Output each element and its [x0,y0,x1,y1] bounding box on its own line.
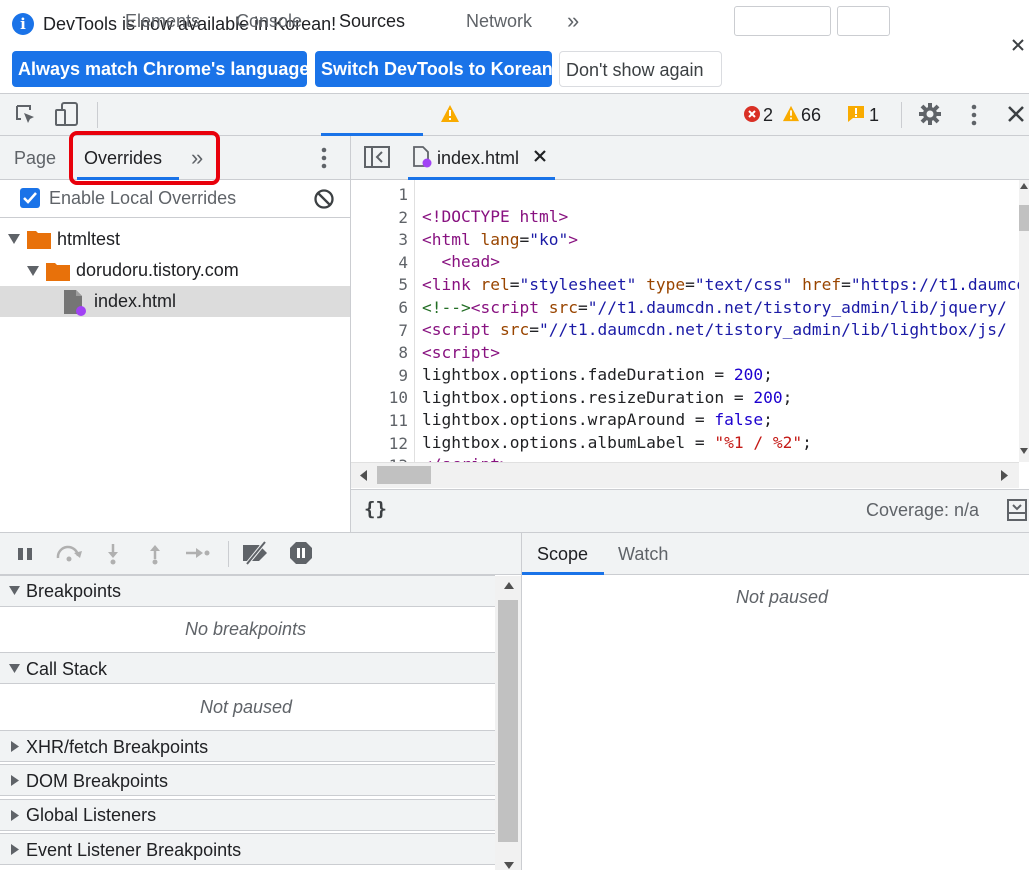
toolbar-divider-right [901,102,902,128]
folder-icon [46,261,70,281]
deactivate-breakpoints-icon[interactable] [241,541,271,565]
warning-icon [440,104,460,123]
debugger-toolbar-divider [228,541,229,567]
collapsed-triangle-icon [11,741,19,752]
section-call-stack-label: Call Stack [26,659,108,679]
code-line-7: <script src="//t1.daumcdn.net/tistory_ad… [422,320,1007,339]
tab-scope[interactable]: Scope [537,533,588,575]
dont-show-again-button[interactable]: Don't show again [559,51,722,87]
file-tab-icon [413,146,433,168]
code-line-4: <head> [441,252,500,271]
scroll-right-arrow-icon[interactable] [1001,470,1008,481]
code-line-11: lightbox.options.wrapAround = false; [422,410,773,429]
scroll-left-arrow-icon[interactable] [360,470,367,481]
tab-watch[interactable]: Watch [618,533,668,575]
scroll-down-arrow-icon[interactable] [504,862,514,869]
expand-triangle-icon[interactable] [27,266,39,276]
step-out-icon[interactable] [147,543,163,565]
expand-triangle-icon [9,586,20,595]
pause-on-exceptions-icon[interactable] [289,541,313,565]
sidebar-scroll-thumb[interactable] [498,600,518,842]
code-line-3: <html lang="ko"> [422,230,578,249]
code-line-8: <script> [422,343,500,362]
info-icon: i [12,13,34,35]
error-icon [744,106,760,122]
code-line-6: <!--><script src="//t1.daumcdn.net/tisto… [422,298,1007,317]
collapsed-triangle-icon [11,844,19,855]
scope-not-paused-message: Not paused [736,587,829,607]
code-line-5: <link rel="stylesheet" type="text/css" h… [422,275,1019,294]
pause-icon[interactable] [17,546,33,562]
tab-console[interactable]: Console [236,0,302,42]
step-into-icon[interactable] [105,543,121,565]
toolbar-divider [97,102,98,128]
collapsed-triangle-icon [11,775,19,786]
section-breakpoints-label: Breakpoints [26,581,122,601]
tab-network[interactable]: Network [466,0,532,42]
tree-item-htmltest[interactable]: htmltest [57,224,120,255]
scroll-up-arrow-icon[interactable] [1020,183,1028,189]
settings-gear-icon[interactable] [918,102,942,126]
coverage-status: Coverage: n/a [866,500,980,520]
tab-elements[interactable]: Elements [125,0,200,42]
expand-triangle-icon [9,664,20,673]
editor-vertical-scroll-thumb[interactable] [1019,205,1029,231]
step-icon[interactable] [185,545,211,561]
code-line-10: lightbox.options.resizeDuration = 200; [422,388,793,407]
editor-tab-index-html[interactable]: index.html [437,136,519,180]
issues-counter[interactable] [837,6,890,36]
issue-count: 1 [869,105,880,125]
code-line-9: lightbox.options.fadeDuration = 200; [422,365,773,384]
section-dom-breakpoints-label: DOM Breakpoints [26,771,169,791]
device-toggle-icon[interactable] [54,101,80,127]
code-line-2: <!DOCTYPE html> [422,207,569,226]
more-options-icon[interactable] [966,103,982,127]
tab-page[interactable]: Page [14,136,56,180]
tab-sources[interactable]: Sources [339,0,405,42]
inspect-element-icon[interactable] [14,103,38,127]
more-tabs-chevron-icon[interactable]: » [567,0,579,42]
close-devtools-icon[interactable] [1006,104,1026,124]
toggle-navigator-icon[interactable] [364,146,390,168]
section-global-listeners-label: Global Listeners [26,805,157,825]
scope-tabstrip [522,533,1029,575]
always-match-language-button[interactable]: Always match Chrome's language [12,51,309,87]
scroll-down-arrow-icon[interactable] [1020,448,1028,454]
collapsed-triangle-icon [11,810,19,821]
code-line-12: lightbox.options.albumLabel = "%1 / %2"; [422,433,812,452]
folder-icon [27,229,51,249]
warning-count: 66 [801,105,822,125]
expand-triangle-icon[interactable] [8,234,20,244]
highlight-annotation-box [69,131,220,185]
scope-tab-indicator [522,572,604,575]
navigator-menu-icon[interactable] [316,146,332,170]
error-count: 2 [763,105,774,125]
switch-to-korean-button[interactable]: Switch DevTools to Korean [315,51,553,87]
close-tab-icon[interactable] [534,150,546,162]
debugger-vertical-divider [521,533,522,870]
drawer-toggle-icon[interactable] [1007,499,1027,521]
editor-horizontal-scroll-thumb[interactable] [377,466,431,484]
clear-overrides-icon[interactable] [313,188,335,210]
editor-horizontal-scrollbar[interactable] [351,462,1019,488]
pretty-print-button[interactable]: {} [364,498,387,520]
code-line-13: </script> [422,454,510,462]
file-icon [64,290,86,316]
close-icon[interactable] [1008,35,1028,55]
section-xhr-breakpoints-label: XHR/fetch Breakpoints [26,737,209,757]
no-breakpoints-message: No breakpoints [185,619,307,639]
enable-overrides-label: Enable Local Overrides [49,188,237,208]
console-counters[interactable] [734,6,831,36]
tree-item-index-html[interactable]: index.html [94,286,176,317]
section-event-listener-breakpoints-label: Event Listener Breakpoints [26,840,242,860]
step-over-icon[interactable] [55,544,83,562]
tree-item-domain[interactable]: dorudoru.tistory.com [76,255,239,286]
enable-overrides-checkbox[interactable] [20,188,40,208]
scroll-up-arrow-icon[interactable] [504,582,514,589]
call-stack-not-paused-message: Not paused [200,697,293,717]
code-viewport[interactable]: <!DOCTYPE html> <html lang="ko"> <head> … [351,180,1019,462]
warning-count-icon [782,105,800,122]
issue-icon [847,105,865,123]
